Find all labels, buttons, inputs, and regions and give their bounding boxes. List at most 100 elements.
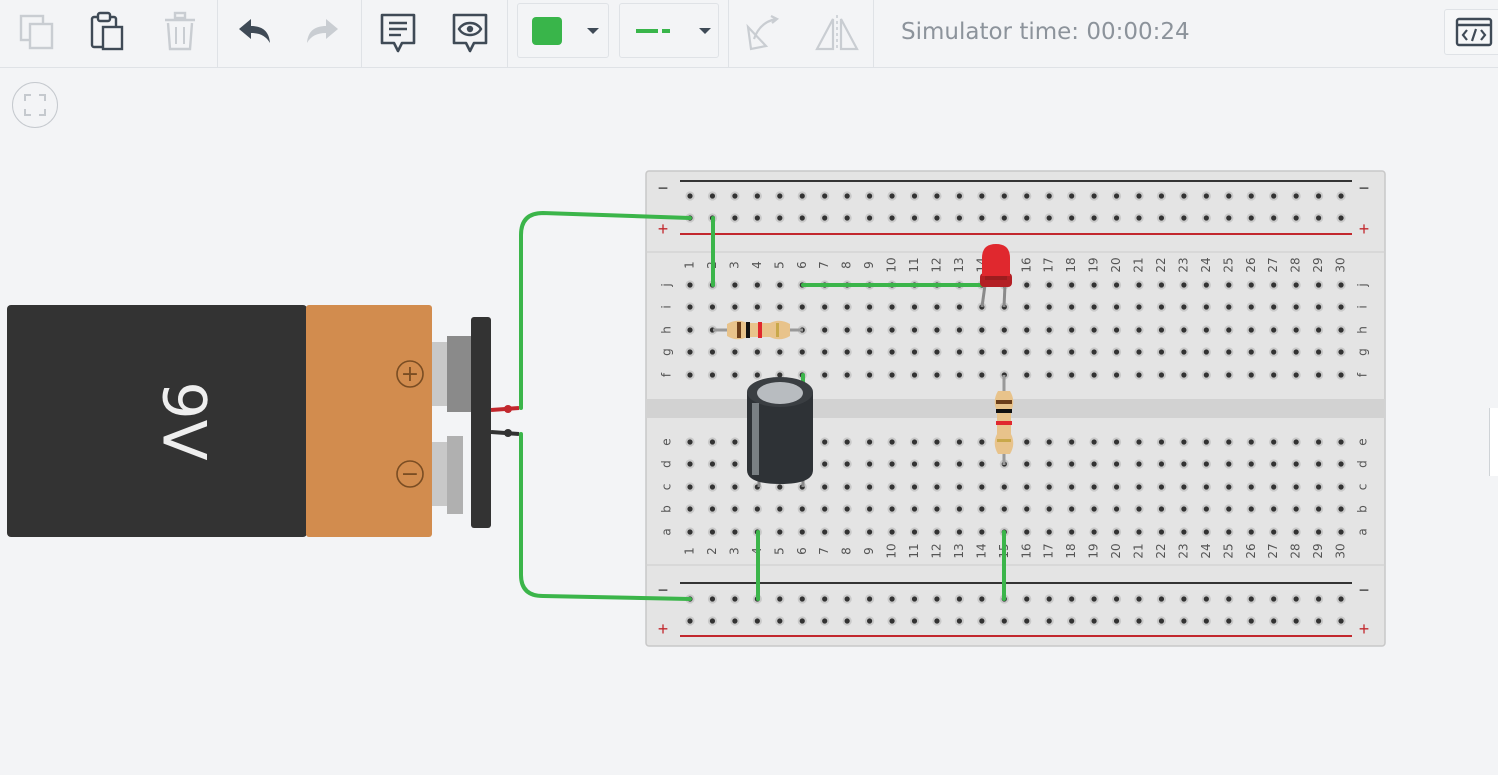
breadboard-hole-center — [1024, 506, 1030, 512]
redo-button[interactable] — [303, 14, 343, 50]
breadboard-hole-center — [1024, 349, 1030, 355]
delete-button[interactable] — [160, 10, 200, 54]
breadboard-hole-center — [1113, 349, 1120, 355]
breadboard-hole-center — [777, 215, 783, 221]
breadboard-hole-center — [1271, 618, 1277, 624]
breadboard-hole-center — [754, 304, 760, 310]
breadboard-hole-center — [732, 215, 738, 221]
breadboard-hole-center — [1024, 439, 1030, 445]
breadboard-hole-center — [1293, 282, 1299, 288]
breadboard-hole-center — [911, 439, 918, 445]
breadboard-hole-center — [754, 193, 760, 199]
breadboard-hole-center — [1024, 596, 1030, 602]
breadboard-hole-center — [1091, 529, 1097, 535]
breadboard-hole-center — [1226, 349, 1232, 355]
breadboard-hole-center — [1271, 596, 1277, 602]
breadboard-hole-center — [1316, 484, 1322, 490]
breadboard-hole-center — [1091, 215, 1097, 221]
code-button[interactable] — [1444, 9, 1498, 55]
breadboard-hole-center — [1181, 596, 1187, 602]
breadboard-hole-center — [844, 596, 850, 602]
breadboard-hole-center — [732, 372, 738, 378]
zoom-to-fit-button[interactable] — [12, 82, 58, 128]
breadboard-hole-center — [799, 349, 805, 355]
breadboard-label: i — [660, 305, 674, 308]
notes-button[interactable] — [377, 10, 419, 56]
breadboard-label: 2 — [705, 261, 719, 269]
breadboard-hole-center — [1024, 484, 1030, 490]
breadboard-hole-center — [1158, 327, 1165, 333]
breadboard-hole-center — [754, 282, 760, 288]
breadboard-hole-center — [889, 461, 895, 467]
breadboard-hole-center — [822, 282, 828, 288]
breadboard-hole-center — [1113, 618, 1120, 624]
breadboard-hole-center — [1338, 529, 1344, 535]
breadboard-hole-center — [844, 349, 850, 355]
breadboard-hole-center — [889, 484, 895, 490]
breadboard-hole-center — [1316, 529, 1322, 535]
breadboard-hole-center — [777, 596, 783, 602]
breadboard-hole-center — [1293, 372, 1299, 378]
undo-button[interactable] — [234, 14, 274, 50]
breadboard-hole-center — [911, 282, 918, 288]
breadboard-hole-center — [1248, 461, 1254, 467]
breadboard-hole-center — [1316, 327, 1322, 333]
breadboard-hole-center — [1226, 215, 1232, 221]
breadboard-label: 27 — [1266, 543, 1280, 558]
breadboard-hole-center — [777, 327, 783, 333]
breadboard-hole-center — [799, 193, 805, 199]
breadboard-hole-center — [1001, 484, 1007, 490]
breadboard-hole-center — [799, 372, 805, 378]
notes-visibility-button[interactable] — [449, 10, 491, 56]
breadboard-hole-center — [1203, 439, 1209, 445]
breadboard-hole-center — [1316, 461, 1322, 467]
breadboard-hole-center — [1203, 304, 1209, 310]
breadboard-hole-center — [867, 282, 873, 288]
breadboard[interactable]: − + − + − + − + 112233445566778899101011… — [645, 170, 1386, 647]
breadboard-hole-center — [1271, 529, 1277, 535]
breadboard-hole-center — [1113, 439, 1120, 445]
breadboard-hole-center — [709, 439, 716, 445]
breadboard-hole-center — [754, 327, 760, 333]
note-icon — [380, 13, 416, 53]
wire-color-dropdown[interactable] — [517, 3, 609, 58]
breadboard-hole-center — [934, 529, 940, 535]
battery-9v[interactable]: 9V + − — [7, 305, 520, 537]
breadboard-hole-center — [1293, 484, 1299, 490]
breadboard-hole-center — [956, 439, 963, 445]
breadboard-hole-center — [1024, 193, 1030, 199]
breadboard-hole-center — [687, 327, 693, 333]
breadboard-label: 30 — [1334, 543, 1348, 558]
breadboard-hole-center — [1001, 327, 1007, 333]
breadboard-hole-center — [709, 349, 716, 355]
breadboard-label: i — [1356, 305, 1370, 308]
breadboard-hole-center — [1293, 618, 1299, 624]
wire-style-dropdown[interactable] — [619, 3, 719, 58]
breadboard-hole-center — [1113, 372, 1120, 378]
breadboard-hole-center — [1181, 484, 1187, 490]
side-panel-toggle[interactable] — [1489, 408, 1498, 476]
breadboard-hole-center — [934, 461, 940, 467]
copy-button[interactable] — [16, 10, 58, 54]
breadboard-hole-center — [934, 215, 940, 221]
breadboard-hole-center — [844, 327, 850, 333]
flip-icon — [815, 15, 859, 51]
battery-plus-label: + — [401, 362, 419, 387]
breadboard-hole-center — [687, 282, 693, 288]
breadboard-label: 9 — [862, 547, 876, 555]
copy-icon — [19, 14, 54, 50]
breadboard-hole-center — [1136, 282, 1142, 288]
breadboard-hole-center — [889, 349, 895, 355]
breadboard-hole-center — [867, 484, 873, 490]
breadboard-hole-center — [1091, 282, 1097, 288]
breadboard-hole-center — [1001, 529, 1007, 535]
flip-button[interactable] — [813, 12, 861, 54]
breadboard-hole-center — [1316, 349, 1322, 355]
breadboard-label: 29 — [1311, 257, 1325, 272]
rotate-button[interactable] — [742, 12, 782, 54]
breadboard-hole-center — [889, 215, 895, 221]
breadboard-hole-center — [1181, 327, 1187, 333]
breadboard-hole-center — [777, 304, 783, 310]
breadboard-hole-center — [754, 215, 760, 221]
paste-button[interactable] — [86, 10, 128, 54]
